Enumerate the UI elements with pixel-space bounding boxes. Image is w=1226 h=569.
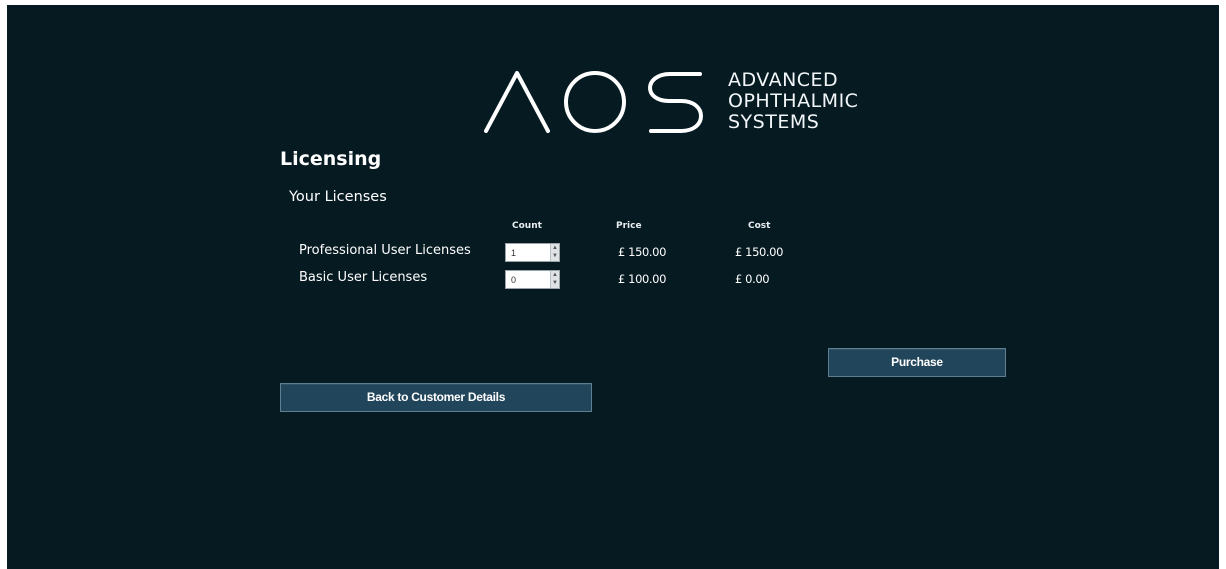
basic-count-spinner[interactable]: ▲ ▼ (550, 271, 559, 288)
back-to-customer-details-button[interactable]: Back to Customer Details (280, 383, 592, 412)
basic-count-stepper[interactable]: ▲ ▼ (505, 270, 560, 289)
basic-cost: £ 0.00 (735, 272, 770, 286)
spin-up-icon[interactable]: ▲ (551, 244, 559, 252)
professional-count-stepper[interactable]: ▲ ▼ (505, 243, 560, 262)
column-header-price: Price (616, 221, 642, 231)
professional-cost: £ 150.00 (735, 245, 784, 259)
license-row-basic-label: Basic User Licenses (299, 270, 428, 285)
licensing-screen: ADVANCED OPHTHALMIC SYSTEMS Licensing Yo… (7, 5, 1219, 569)
company-name-line-1: ADVANCED (728, 69, 839, 91)
section-title: Your Licenses (289, 189, 387, 205)
company-name-line-3: SYSTEMS (728, 111, 820, 133)
spin-down-icon[interactable]: ▼ (551, 252, 559, 260)
license-row-professional-label: Professional User Licenses (299, 243, 471, 258)
column-header-cost: Cost (748, 221, 771, 231)
company-name-line-2: OPHTHALMIC (728, 90, 859, 112)
spin-up-icon[interactable]: ▲ (551, 271, 559, 279)
professional-price: £ 150.00 (618, 245, 667, 259)
professional-count-spinner[interactable]: ▲ ▼ (550, 244, 559, 261)
aos-logo-mark (484, 71, 703, 133)
purchase-button[interactable]: Purchase (828, 348, 1006, 377)
basic-price: £ 100.00 (618, 272, 667, 286)
aos-logo: ADVANCED OPHTHALMIC SYSTEMS (474, 65, 894, 145)
company-name: ADVANCED OPHTHALMIC SYSTEMS (728, 70, 858, 133)
column-header-count: Count (512, 221, 542, 231)
basic-count-input[interactable] (506, 271, 550, 288)
page-title: Licensing (280, 148, 382, 170)
professional-count-input[interactable] (506, 244, 550, 261)
spin-down-icon[interactable]: ▼ (551, 279, 559, 287)
